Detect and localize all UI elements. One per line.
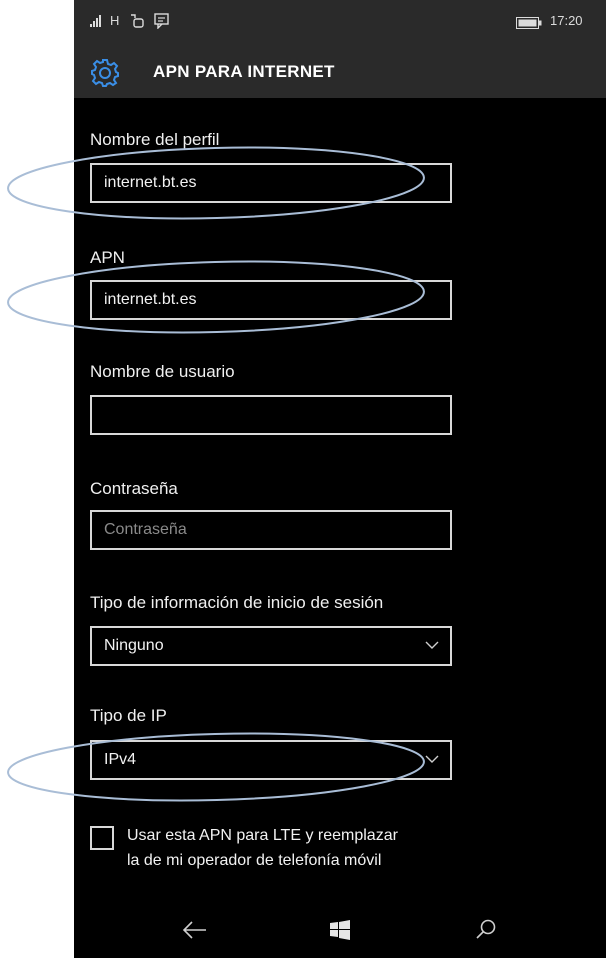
login-info-type-dropdown[interactable]: Ninguno [90, 626, 452, 666]
username-field[interactable] [90, 395, 452, 435]
navigation-bar [74, 896, 606, 958]
apn-value: internet.bt.es [104, 291, 197, 308]
profile-name-field[interactable]: internet.bt.es [90, 163, 452, 203]
search-icon[interactable] [475, 918, 497, 940]
profile-name-label: Nombre del perfil [90, 130, 220, 149]
apn-field[interactable]: internet.bt.es [90, 280, 452, 320]
ip-type-dropdown[interactable]: IPv4 [90, 740, 452, 780]
roaming-icon [131, 14, 144, 28]
login-info-type-label: Tipo de información de inicio de sesión [90, 593, 384, 612]
clock: 17:20 [550, 13, 583, 28]
phone-screen: H 17:20 APN PARA INTERNET Nombre del per… [74, 0, 606, 958]
apn-label: APN [90, 248, 125, 267]
lte-checkbox-label-line1[interactable]: Usar esta APN para LTE y reemplazar [127, 827, 398, 845]
username-label: Nombre de usuario [90, 362, 235, 381]
chevron-down-icon [425, 641, 439, 649]
password-label: Contraseña [90, 479, 178, 498]
login-info-type-value: Ninguno [104, 637, 164, 654]
ip-type-label: Tipo de IP [90, 706, 167, 725]
ip-type-value: IPv4 [104, 751, 137, 768]
message-icon [154, 13, 169, 29]
chevron-down-icon [425, 755, 439, 763]
gear-icon [91, 59, 119, 87]
profile-name-value: internet.bt.es [104, 174, 197, 191]
app-header: APN PARA INTERNET [74, 48, 606, 98]
page-title: APN PARA INTERNET [153, 62, 335, 81]
windows-logo-icon[interactable] [330, 920, 350, 940]
password-field[interactable]: Contraseña [90, 510, 452, 550]
status-bar: H 17:20 [74, 0, 606, 48]
network-type-indicator: H [110, 13, 120, 28]
battery-icon [516, 17, 542, 29]
lte-checkbox[interactable] [90, 826, 114, 850]
lte-checkbox-label-line2[interactable]: la de mi operador de telefonía móvil [127, 852, 381, 870]
password-placeholder: Contraseña [104, 521, 187, 538]
signal-bars-icon [90, 15, 101, 27]
back-arrow-icon[interactable] [182, 920, 208, 940]
